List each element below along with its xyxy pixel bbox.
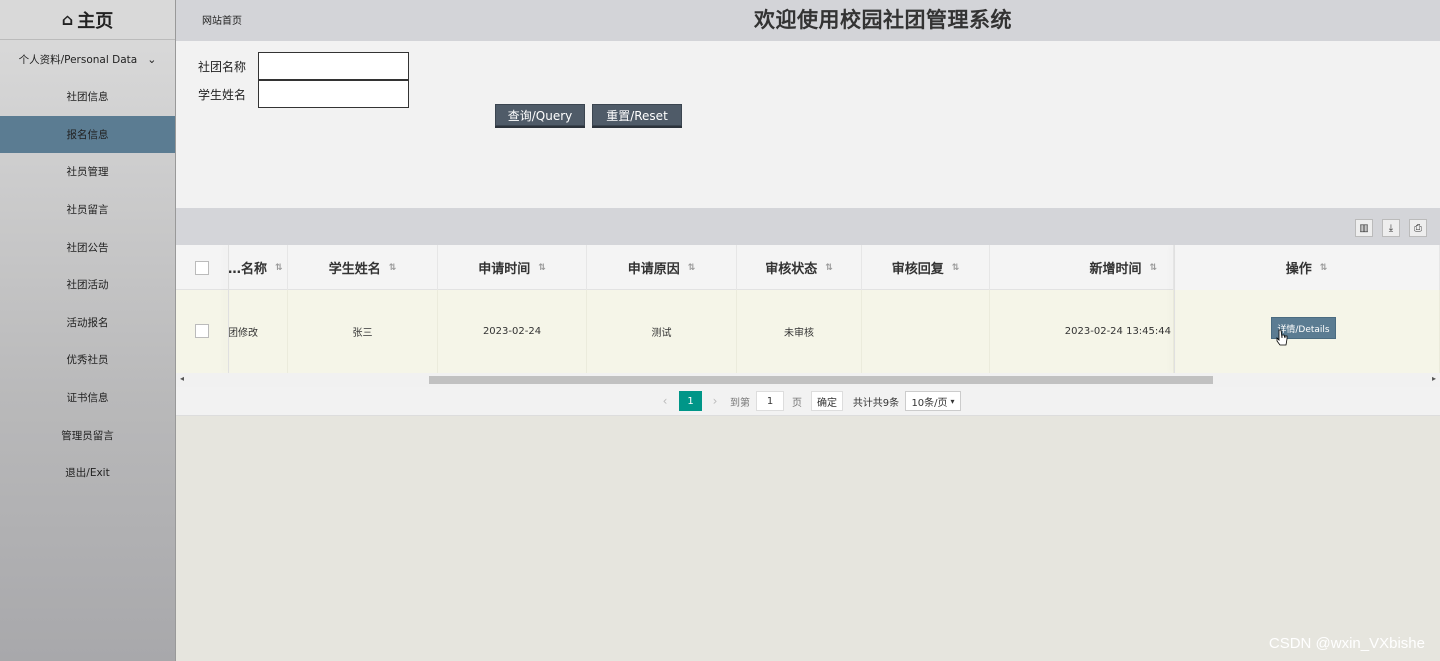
- cell-student: 张三: [288, 290, 438, 373]
- sidebar-item-label: 证书信息: [66, 392, 109, 405]
- goto-page-input[interactable]: 1: [756, 391, 784, 411]
- sidebar-item-club-notices[interactable]: 社团公告: [0, 228, 175, 266]
- sidebar-item-exit[interactable]: 退出/Exit: [0, 454, 175, 492]
- query-button[interactable]: 查询/Query: [495, 104, 585, 126]
- student-name-label: 学生姓名: [198, 88, 247, 102]
- col-created[interactable]: 新增时间 ⇅: [990, 245, 1174, 290]
- table-toolbar: ▥ ⤓ ⎙: [176, 208, 1440, 245]
- cell-reply: [862, 290, 990, 373]
- sidebar-item-label: 社团公告: [66, 241, 109, 254]
- sidebar-item-activity-registration[interactable]: 活动报名: [0, 304, 175, 342]
- sidebar-item-admin-messages[interactable]: 管理员留言: [0, 416, 175, 454]
- col-reason[interactable]: 申请原因 ⇅: [587, 245, 737, 290]
- select-all-checkbox[interactable]: [195, 261, 209, 275]
- col-student-name[interactable]: 学生姓名 ⇅: [288, 245, 438, 290]
- pagination: ‹ 1 › 到第 1 页 确定 共计共9条 10条/页 ▾: [176, 387, 1440, 416]
- row-checkbox[interactable]: [195, 324, 209, 338]
- sidebar-item-label: 报名信息: [66, 128, 109, 141]
- print-icon[interactable]: ⎙: [1409, 219, 1427, 237]
- brand-label: 主页: [77, 10, 114, 32]
- fixed-right-divider: [1174, 245, 1175, 373]
- sidebar-item-label: 优秀社员: [66, 354, 109, 367]
- col-actions[interactable]: 操作 ⇅: [1174, 245, 1440, 290]
- sort-icon[interactable]: ⇅: [275, 263, 283, 273]
- sidebar-item-label: 社团信息: [66, 91, 109, 104]
- sidebar-item-label: 社员留言: [66, 204, 109, 217]
- sidebar: ⌂ 主页 个人资料/Personal Data ⌄ 社团信息 报名信息 社员管理…: [0, 0, 176, 661]
- fixed-left-divider: [228, 245, 229, 373]
- sidebar-item-label: 退出/Exit: [65, 467, 110, 480]
- student-name-input[interactable]: [258, 80, 409, 108]
- sort-icon[interactable]: ⇅: [825, 263, 833, 273]
- page-number-current[interactable]: 1: [679, 391, 702, 411]
- sidebar-item-club-activities[interactable]: 社团活动: [0, 266, 175, 304]
- col-apply-time[interactable]: 申请时间 ⇅: [438, 245, 587, 290]
- scroll-left-icon[interactable]: ◂: [180, 374, 184, 383]
- goto-confirm-button[interactable]: 确定: [811, 391, 843, 411]
- chevron-down-icon: ⌄: [147, 52, 157, 66]
- sort-icon[interactable]: ⇅: [389, 263, 397, 273]
- scroll-right-icon[interactable]: ▸: [1432, 374, 1436, 383]
- scrollbar-thumb[interactable]: [429, 376, 1213, 384]
- sidebar-item-member-messages[interactable]: 社员留言: [0, 191, 175, 229]
- table-header: …名称 ⇅ 学生姓名 ⇅ 申请时间 ⇅ 申请原因 ⇅ 审核状态 ⇅ 审核回复 ⇅ 新增时间 ⇅…: [176, 245, 1440, 290]
- prev-page-icon[interactable]: ‹: [658, 391, 672, 411]
- col-status[interactable]: 审核状态 ⇅: [737, 245, 862, 290]
- sidebar-brand[interactable]: ⌂ 主页: [0, 0, 175, 40]
- export-icon[interactable]: ⤓: [1382, 219, 1400, 237]
- horizontal-scrollbar[interactable]: ◂ ▸: [176, 373, 1440, 387]
- sidebar-item-label: 管理员留言: [61, 429, 114, 442]
- cell-created: 2023-02-24 13:45:44: [990, 290, 1174, 373]
- page-size-select[interactable]: 10条/页 ▾: [905, 391, 961, 411]
- total-count: 共计共9条: [852, 397, 900, 409]
- sort-icon[interactable]: ⇅: [538, 263, 546, 273]
- page-unit-label: 页: [792, 397, 802, 409]
- sidebar-item-registration-info[interactable]: 报名信息: [0, 115, 175, 154]
- sidebar-item-personal-data[interactable]: 个人资料/Personal Data ⌄: [0, 40, 175, 78]
- cell-apply-time: 2023-02-24: [438, 290, 587, 373]
- sidebar-item-member-management[interactable]: 社员管理: [0, 153, 175, 191]
- sort-icon[interactable]: ⇅: [688, 263, 696, 273]
- page-size-value: 10条/页: [911, 397, 948, 409]
- mouse-cursor-icon: [1276, 329, 1288, 346]
- table-row: 团修改 张三 2023-02-24 测试 未审核 2023-02-24 13:4…: [176, 290, 1440, 373]
- club-name-input[interactable]: [258, 52, 409, 80]
- club-name-label: 社团名称: [198, 60, 247, 74]
- reset-button[interactable]: 重置/Reset: [592, 104, 682, 126]
- top-header: 网站首页 欢迎使用校园社团管理系统: [176, 0, 1440, 41]
- sidebar-item-label: 社员管理: [66, 166, 109, 179]
- data-table: …名称 ⇅ 学生姓名 ⇅ 申请时间 ⇅ 申请原因 ⇅ 审核状态 ⇅ 审核回复 ⇅ 新增时间 ⇅…: [176, 245, 1440, 373]
- sort-icon[interactable]: ⇅: [1149, 263, 1157, 273]
- sidebar-item-label: 个人资料/Personal Data: [18, 53, 138, 66]
- cell-club: 团修改: [228, 290, 288, 373]
- sort-icon[interactable]: ⇅: [952, 263, 960, 273]
- sidebar-item-club-info[interactable]: 社团信息: [0, 78, 175, 116]
- col-reply[interactable]: 审核回复 ⇅: [862, 245, 990, 290]
- columns-filter-icon[interactable]: ▥: [1355, 219, 1373, 237]
- page-title: 欢迎使用校园社团管理系统: [754, 8, 1012, 32]
- chevron-down-icon: ▾: [950, 396, 955, 406]
- next-page-icon[interactable]: ›: [708, 391, 722, 411]
- sidebar-item-label: 活动报名: [66, 316, 109, 329]
- sidebar-item-label: 社团活动: [66, 279, 109, 292]
- cell-status: 未审核: [737, 290, 862, 373]
- search-panel: 社团名称 学生姓名 查询/Query 重置/Reset: [176, 41, 1440, 208]
- cell-reason: 测试: [587, 290, 737, 373]
- col-club-name[interactable]: …名称 ⇅: [228, 245, 288, 290]
- site-home-link[interactable]: 网站首页: [202, 12, 242, 27]
- sort-icon[interactable]: ⇅: [1320, 263, 1328, 273]
- sidebar-item-outstanding-members[interactable]: 优秀社员: [0, 341, 175, 379]
- goto-label: 到第: [730, 397, 750, 409]
- watermark: CSDN @wxin_VXbishe: [1268, 635, 1425, 652]
- home-icon: ⌂: [61, 10, 74, 29]
- sidebar-item-certificates[interactable]: 证书信息: [0, 379, 175, 417]
